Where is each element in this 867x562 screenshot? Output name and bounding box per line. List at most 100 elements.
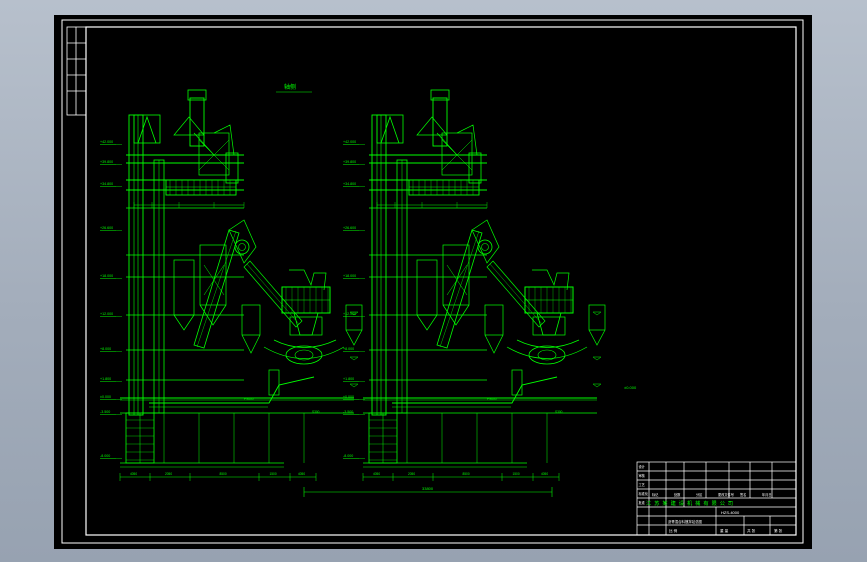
drawing-rect: [484, 304, 504, 336]
dimension-text: 4050: [373, 472, 380, 476]
drawing-path: [592, 356, 602, 361]
title-row-label: 标记: [652, 492, 659, 497]
level-label: +12.000: [100, 312, 113, 316]
dimension-text: 1500: [270, 472, 277, 476]
plant-elevation: +42.000 +39.800 +34.800 +26.600 +18.000 +12.0…: [100, 89, 363, 481]
title-role-label: 工艺: [639, 482, 645, 487]
drawing-rect: [441, 132, 473, 176]
title-weight-label: 重 量: [720, 528, 729, 533]
drawing-line: [489, 263, 543, 325]
level-label: -8.000: [343, 454, 353, 458]
plant-drawings: +42.000 +39.800 +34.800 +26.600 +18.000 +12.0…: [100, 89, 606, 481]
plant-elevation: +42.000 +39.800 +34.800 +26.600 +18.000 +12.0…: [343, 89, 606, 481]
right-level-marker: ±0.000: [624, 385, 637, 390]
drawing-circle: [238, 243, 246, 251]
dimension-text: 8500: [463, 472, 470, 476]
title-row-label: 分区: [696, 492, 703, 497]
level-label: +26.600: [100, 226, 113, 230]
drawing-line: [246, 263, 300, 325]
drawing-path: [588, 329, 606, 346]
dimension-text: 8500: [220, 472, 227, 476]
level-label: +39.800: [100, 160, 113, 164]
title-role-label: 批准: [639, 500, 646, 505]
drawing-ellipse: [528, 345, 566, 365]
callout-text: S300: [312, 410, 320, 414]
drawing-path: [592, 383, 602, 388]
title-row-label: 签名: [740, 492, 746, 497]
callout-text: S300: [555, 410, 563, 414]
title-row-labels: 标记 处数 分区 更改文件号 签名 年月日: [652, 492, 772, 497]
drawing-path: [241, 334, 261, 354]
level-label: +26.600: [343, 226, 356, 230]
drawing-rect: [173, 259, 195, 316]
drawing-line: [439, 230, 480, 348]
dimension-text: 4050: [541, 472, 548, 476]
drawing-path: [436, 124, 478, 156]
title-block: [636, 461, 797, 536]
drawing-path: [228, 219, 257, 264]
callout-text: PS600: [244, 397, 254, 401]
title-role-label: 设计: [639, 464, 646, 469]
level-label: ±0.000: [100, 395, 111, 399]
level-label: +18.000: [100, 274, 113, 278]
level-label: +39.800: [343, 160, 356, 164]
cad-viewport[interactable]: 轴侧 +42.000 +39.800 +34.800 +26.600 +18.000 +1…: [54, 15, 812, 549]
dimension-text: 4050: [130, 472, 137, 476]
drawing-rect: [187, 89, 207, 101]
drawing-rect: [408, 179, 480, 196]
level-label: -8.000: [100, 454, 110, 458]
drawing-rect: [345, 304, 363, 331]
drawing-path: [349, 356, 359, 361]
drawing-path: [380, 115, 400, 144]
inner-frame: [85, 26, 797, 536]
drawing-rect: [588, 304, 606, 331]
drawing-rect: [198, 132, 230, 176]
title-row-label: 年月日: [762, 492, 772, 497]
drawing-rect: [225, 152, 239, 184]
drawing-path: [349, 383, 359, 388]
drawing-rect: [416, 259, 438, 316]
drawing-line: [196, 230, 237, 348]
drawing-path: [149, 376, 315, 404]
level-label: +34.800: [100, 182, 113, 186]
title-role-label: 审核: [639, 473, 646, 478]
drawing-rect: [241, 304, 261, 336]
level-label: +42.000: [343, 140, 356, 144]
drawing-path: [173, 116, 205, 136]
drawing-path: [592, 311, 602, 316]
drawing-rect: [268, 369, 280, 396]
drawing-path: [193, 124, 235, 156]
title-role-labels: 设计审核工艺标准化批准: [639, 464, 649, 505]
title-scale-label: 比 例: [669, 528, 678, 533]
drawing-ellipse: [285, 345, 323, 365]
drawing-path: [484, 334, 504, 354]
level-label: +34.800: [343, 182, 356, 186]
drawing-path: [345, 329, 363, 346]
drawing-rect: [165, 179, 237, 196]
level-label: +8.000: [343, 347, 354, 351]
title-rev-label: 共 张: [747, 528, 756, 533]
outer-frame: [61, 19, 804, 544]
drawing-path: [137, 115, 157, 144]
cad-drawing: 轴侧 +42.000 +39.800 +34.800 +26.600 +18.000 +1…: [61, 19, 804, 544]
drawing-rect: [189, 97, 205, 147]
level-label: +1.800: [100, 377, 111, 381]
drawing-path: [506, 346, 588, 359]
drawing-path: [416, 116, 448, 136]
title-row-label: 更改文件号: [718, 492, 734, 497]
title-role-label: 标准化: [639, 491, 649, 496]
title-row-label: 处数: [674, 492, 681, 497]
dimension-text: 2050: [165, 472, 172, 476]
drawing-circle: [481, 243, 489, 251]
callout-text: PS600: [487, 397, 497, 401]
drawing-rect: [128, 114, 144, 416]
level-label: +18.000: [343, 274, 356, 278]
dimension-text: 4050: [298, 472, 305, 476]
view-label: 轴侧: [284, 83, 296, 91]
dimension-text: 2050: [408, 472, 415, 476]
drawing-rect: [430, 89, 450, 101]
drawing-rect: [511, 369, 523, 396]
level-label: +42.000: [100, 140, 113, 144]
level-label: +1.800: [343, 377, 354, 381]
title-sheet-label: 第 张: [774, 528, 783, 533]
